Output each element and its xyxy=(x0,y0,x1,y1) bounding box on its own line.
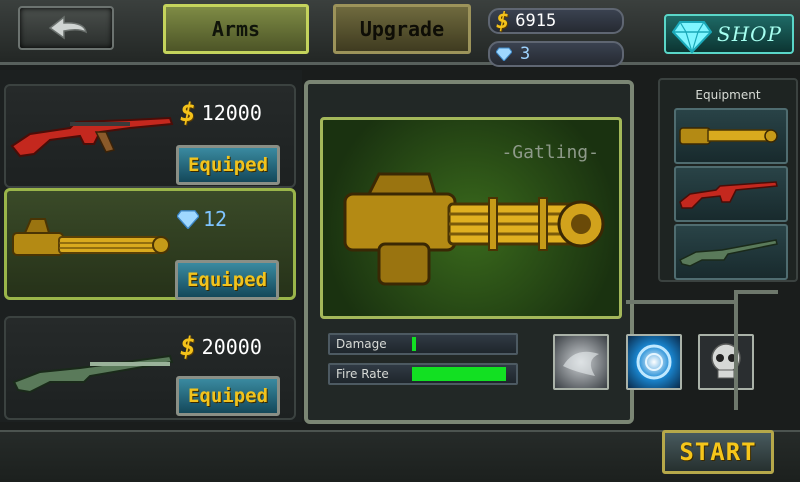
stat-label: Damage xyxy=(336,337,387,351)
back-button[interactable] xyxy=(18,6,114,50)
tab-arms[interactable]: Arms xyxy=(163,4,309,54)
shotgun-icon xyxy=(12,354,174,394)
gem-icon xyxy=(496,47,512,61)
fire-rate-fill xyxy=(412,367,506,381)
diamond-icon xyxy=(672,21,712,54)
shotgun-icon xyxy=(678,239,778,267)
gatling-preview-icon xyxy=(343,172,605,286)
vortex-skill-icon[interactable] xyxy=(626,334,682,390)
stat-fire-rate: Fire Rate xyxy=(328,363,518,385)
back-arrow-icon xyxy=(48,15,88,40)
weapon-card-ak[interactable]: $ 12000 Equiped xyxy=(4,84,296,188)
shop-label: SHOP xyxy=(717,22,782,46)
weapon-preview: -Gatling- xyxy=(320,117,622,319)
tab-upgrade[interactable]: Upgrade xyxy=(333,4,471,54)
stat-damage: Damage xyxy=(328,333,518,355)
gem-balance: 3 xyxy=(488,41,624,67)
gold-amount: 6915 xyxy=(515,11,557,31)
ak-rifle-icon xyxy=(10,116,174,158)
price-value: 12000 xyxy=(201,101,262,125)
gold-coin-icon: $ xyxy=(496,8,510,34)
gatling-icon xyxy=(12,218,170,256)
equipment-slot-1[interactable] xyxy=(674,108,788,164)
shotgun-price: $ 20000 xyxy=(174,332,262,362)
equip-button-shotgun[interactable]: Equiped xyxy=(176,376,280,416)
weapon-card-gatling[interactable]: 12 Equiped xyxy=(4,188,296,300)
price-value: 20000 xyxy=(201,335,262,359)
equipment-slot-2[interactable] xyxy=(674,166,788,222)
skull-skill-icon[interactable] xyxy=(698,334,754,390)
damage-fill xyxy=(412,337,416,351)
weapon-card-shotgun[interactable]: $ 20000 Equiped xyxy=(4,316,296,420)
equip-button-ak[interactable]: Equiped xyxy=(176,145,280,185)
equipment-panel: Equipment xyxy=(658,78,798,282)
shop-button[interactable]: SHOP xyxy=(664,14,794,54)
storm-skill-icon[interactable] xyxy=(553,334,609,390)
stat-label: Fire Rate xyxy=(336,367,389,381)
gold-balance: $ 6915 xyxy=(488,8,624,34)
start-button[interactable]: START xyxy=(662,430,774,474)
frame-line xyxy=(734,290,738,410)
equipment-title: Equipment xyxy=(695,88,761,102)
gold-coin-icon: $ xyxy=(180,98,196,128)
gold-coin-icon: $ xyxy=(180,332,196,362)
gem-icon xyxy=(177,210,199,229)
equip-button-gatling[interactable]: Equiped xyxy=(175,260,279,300)
gatling-price: 12 xyxy=(177,207,227,231)
gem-amount: 3 xyxy=(520,44,531,64)
frame-line xyxy=(626,300,736,304)
price-value: 12 xyxy=(203,207,228,231)
frame-line xyxy=(738,290,778,294)
equipment-slot-3[interactable] xyxy=(674,224,788,280)
ak-rifle-icon xyxy=(679,181,778,209)
ak-price: $ 12000 xyxy=(174,98,262,128)
gatling-icon xyxy=(679,127,778,145)
